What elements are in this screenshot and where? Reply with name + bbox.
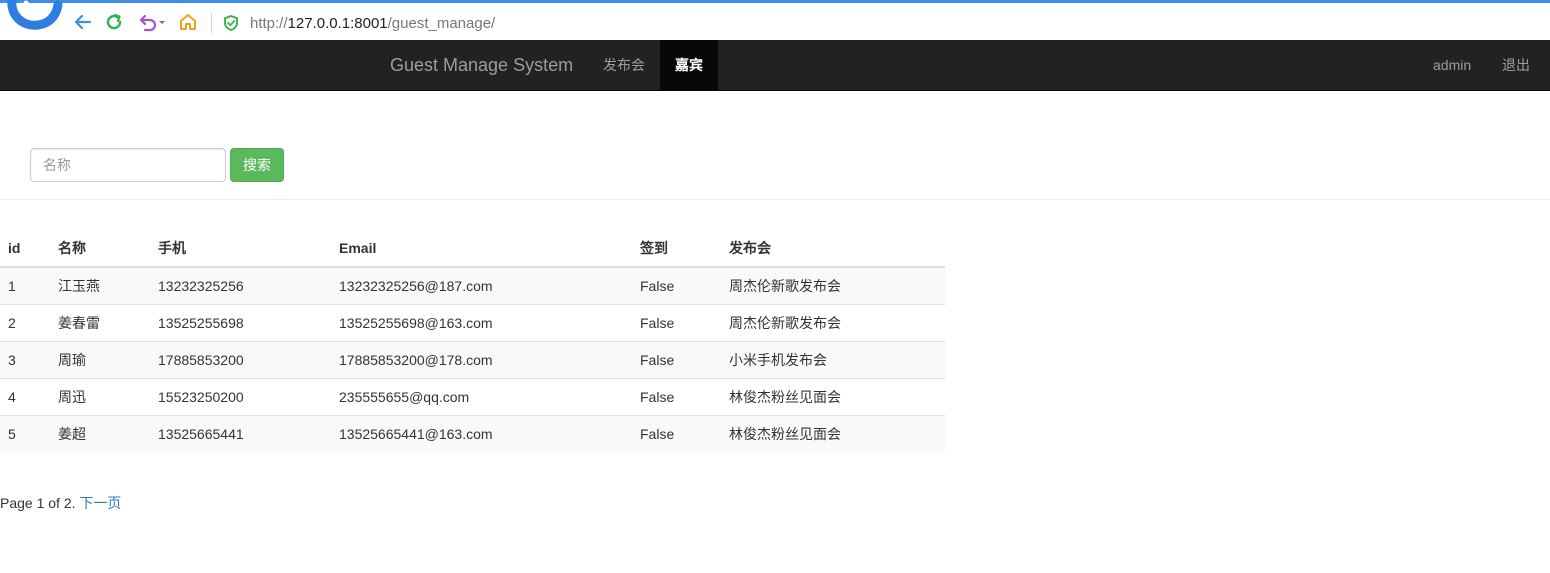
column-header-sign: 签到 (632, 229, 721, 268)
column-header-name: 名称 (50, 229, 150, 268)
search-input[interactable] (30, 148, 226, 182)
undo-icon (139, 14, 165, 32)
cell-id: 3 (0, 340, 50, 378)
cell-name: 姜春雷 (50, 303, 150, 341)
nav-item-guest[interactable]: 嘉宾 (660, 40, 718, 90)
cell-event: 小米手机发布会 (721, 340, 945, 378)
cell-name: 江玉燕 (50, 267, 150, 304)
url-path: /guest_manage/ (387, 14, 496, 32)
cell-sign: False (632, 414, 721, 452)
reload-icon (106, 13, 122, 30)
cell-id: 1 (0, 267, 50, 304)
column-header-email: Email (331, 229, 632, 268)
browser-toolbar: http://127.0.0.1:8001/guest_manage/ (0, 0, 1550, 40)
cell-id: 4 (0, 377, 50, 415)
back-button[interactable] (72, 11, 94, 33)
nav-item-release[interactable]: 发布会 (588, 40, 660, 90)
cell-id: 2 (0, 303, 50, 341)
next-page-link[interactable]: 下一页 (79, 495, 121, 511)
navbar-brand[interactable]: Guest Manage System (390, 40, 573, 90)
shield-icon (224, 15, 238, 31)
reload-button[interactable] (103, 11, 125, 33)
cell-sign: False (632, 377, 721, 415)
nav-logout-link[interactable]: 退出 (1487, 40, 1545, 90)
address-bar[interactable]: http://127.0.0.1:8001/guest_manage/ (222, 12, 495, 34)
cell-sign: False (632, 303, 721, 341)
navbar: Guest Manage System 发布会 嘉宾 admin 退出 (0, 40, 1550, 91)
cell-name: 周瑜 (50, 340, 150, 378)
nav-user-link[interactable]: admin (1418, 40, 1486, 90)
undo-button[interactable] (136, 11, 168, 33)
table-row: 5 姜超 13525665441 13525665441@163.com Fal… (0, 414, 945, 452)
home-icon (180, 14, 196, 30)
toolbar-separator (211, 13, 212, 33)
cell-id: 5 (0, 414, 50, 452)
back-arrow-icon (74, 14, 92, 30)
cell-sign: False (632, 267, 721, 304)
cell-phone: 13525665441 (150, 414, 331, 452)
column-header-id: id (0, 229, 50, 268)
column-header-phone: 手机 (150, 229, 331, 268)
url-host: 127.0.0.1:8001 (287, 14, 388, 32)
url-scheme: http:// (250, 14, 288, 32)
search-button[interactable]: 搜索 (230, 148, 284, 182)
table-header-row: id 名称 手机 Email 签到 发布会 (0, 229, 945, 268)
table-row: 4 周迅 15523250200 235555655@qq.com False … (0, 377, 945, 415)
cell-email: 13525665441@163.com (331, 414, 632, 452)
cell-phone: 17885853200 (150, 340, 331, 378)
table-row: 2 姜春雷 13525255698 13525255698@163.com Fa… (0, 303, 945, 341)
cell-event: 林俊杰粉丝见面会 (721, 377, 945, 415)
cell-email: 17885853200@178.com (331, 340, 632, 378)
cell-email: 13232325256@187.com (331, 267, 632, 304)
cell-event: 林俊杰粉丝见面会 (721, 414, 945, 452)
cell-name: 姜超 (50, 414, 150, 452)
cell-sign: False (632, 340, 721, 378)
cell-phone: 13232325256 (150, 267, 331, 304)
browser-logo-icon (7, 0, 63, 30)
cell-phone: 13525255698 (150, 303, 331, 341)
cell-phone: 15523250200 (150, 377, 331, 415)
cell-name: 周迅 (50, 377, 150, 415)
table-row: 1 江玉燕 13232325256 13232325256@187.com Fa… (0, 267, 945, 304)
guest-table: id 名称 手机 Email 签到 发布会 1 江玉燕 13232325256 … (0, 229, 945, 452)
pagination-status: Page 1 of 2. (0, 495, 76, 511)
cell-event: 周杰伦新歌发布会 (721, 303, 945, 341)
divider (0, 199, 1550, 200)
cell-email: 13525255698@163.com (331, 303, 632, 341)
cell-event: 周杰伦新歌发布会 (721, 267, 945, 304)
pagination: Page 1 of 2. 下一页 (0, 493, 121, 513)
column-header-event: 发布会 (721, 229, 945, 268)
home-button[interactable] (177, 11, 199, 33)
table-row: 3 周瑜 17885853200 17885853200@178.com Fal… (0, 340, 945, 378)
cell-email: 235555655@qq.com (331, 377, 632, 415)
